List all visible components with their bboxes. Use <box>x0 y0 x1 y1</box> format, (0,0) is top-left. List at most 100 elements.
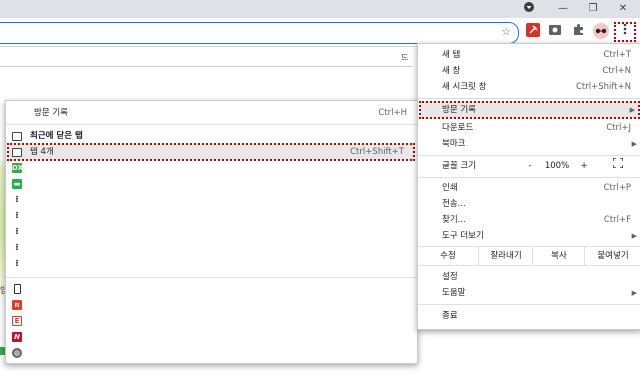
address-bar[interactable] <box>0 22 519 44</box>
extension-pin-icon[interactable] <box>524 23 542 41</box>
history-entry[interactable]: DX <box>6 160 417 176</box>
tabs-4-label: 탭 4개 <box>30 147 54 157</box>
t-icon: ⁝ <box>15 195 19 205</box>
chevron-right-icon: ▶ <box>631 289 637 297</box>
history-entry[interactable]: N <box>6 329 417 345</box>
edit-row: 수정 잘라내기 복사 붙여넣기 <box>418 247 640 265</box>
new-window-shortcut: Ctrl+N <box>602 66 631 76</box>
close-icon[interactable]: ✕ <box>608 1 638 17</box>
history-entry[interactable]: n <box>6 297 417 313</box>
e-icon: E <box>12 316 22 326</box>
history-entry[interactable]: E <box>6 313 417 329</box>
incognito-item[interactable]: 새 시크릿 창 Ctrl+Shift+N <box>418 79 640 95</box>
downloads-item[interactable]: 다운로드 Ctrl+J <box>418 120 640 136</box>
extension-camera-icon[interactable] <box>546 23 564 41</box>
zoom-label: 글꼴 크기 <box>442 161 476 171</box>
minimize-icon[interactable]: — <box>548 1 578 17</box>
print-label: 인쇄 <box>442 183 458 193</box>
separator <box>418 155 640 156</box>
tabs-4-item[interactable]: 탭 4개 Ctrl+Shift+T <box>7 143 415 161</box>
find-item[interactable]: 찾기... Ctrl+F <box>418 212 640 228</box>
history-label: 방문 기록 <box>442 105 476 115</box>
phone-icon <box>14 284 21 294</box>
print-item[interactable]: 인쇄 Ctrl+P <box>418 180 640 196</box>
exit-item[interactable]: 종료 <box>418 308 640 324</box>
extensions-puzzle-icon[interactable] <box>569 23 587 41</box>
profile-avatar-icon[interactable] <box>592 23 610 41</box>
chevron-right-icon: ▶ <box>629 106 635 114</box>
folder-icon <box>12 148 22 157</box>
bookmarks-label: 북마크 <box>442 139 466 149</box>
title-bar: — ❐ ✕ <box>0 0 640 18</box>
incognito-label: 새 시크릿 창 <box>442 82 487 92</box>
exit-label: 종료 <box>442 311 458 321</box>
globe-icon: ◍ <box>12 348 22 358</box>
new-tab-item[interactable]: 새 탭 Ctrl+T <box>418 47 640 63</box>
history-entry[interactable]: ⁝ <box>6 192 417 208</box>
page-divider <box>0 66 413 67</box>
zoom-row: 글꼴 크기 - 100% + <box>418 157 640 174</box>
new-window-label: 새 창 <box>442 66 461 76</box>
separator <box>418 98 640 99</box>
history-submenu-history-item[interactable]: 방문 기록 Ctrl+H <box>6 105 417 121</box>
n-icon: n <box>12 300 22 310</box>
print-shortcut: Ctrl+P <box>603 183 631 193</box>
help-item[interactable]: 도움말 ▶ <box>418 285 640 301</box>
history-entry[interactable]: ⁝ <box>6 224 417 240</box>
history-entry[interactable]: ⁝ <box>6 256 417 272</box>
separator <box>6 124 417 125</box>
zoom-value: 100% <box>544 161 570 171</box>
separator <box>418 177 640 178</box>
dx-icon: DX <box>12 163 24 173</box>
settings-item[interactable]: 설정 <box>418 269 640 285</box>
new-tab-label: 새 탭 <box>442 50 461 60</box>
fullscreen-icon[interactable] <box>606 157 630 174</box>
separator <box>418 304 640 305</box>
chevron-right-icon: ▶ <box>631 232 637 240</box>
chat-icon: ▬ <box>12 179 22 189</box>
downloads-shortcut: Ctrl+J <box>606 123 631 133</box>
find-label: 찾기... <box>442 215 466 225</box>
history-submenu: 방문 기록 Ctrl+H 최근에 닫은 탭 탭 4개 Ctrl+Shift+T … <box>5 100 418 364</box>
paste-button[interactable]: 붙여넣기 <box>584 247 640 265</box>
bookmark-star-icon[interactable]: ☆ <box>497 23 515 41</box>
history-entry[interactable] <box>6 281 417 297</box>
recently-closed-item[interactable]: 최근에 닫은 탭 <box>6 128 417 144</box>
history-item-shortcut: Ctrl+H <box>378 108 407 118</box>
find-shortcut: Ctrl+F <box>603 215 631 225</box>
cast-label: 전송... <box>442 199 466 209</box>
folder-icon <box>12 132 22 141</box>
restore-icon[interactable]: ❐ <box>578 1 608 17</box>
profile-dropdown-icon[interactable] <box>514 1 544 17</box>
recently-closed-label: 최근에 닫은 탭 <box>30 131 83 141</box>
chevron-right-icon: ▶ <box>631 140 637 148</box>
history-entry[interactable]: ◍ <box>6 345 417 361</box>
history-entry[interactable]: ⁝ <box>6 208 417 224</box>
n-icon: N <box>12 332 22 342</box>
history-item[interactable]: 방문 기록 ▶ <box>419 101 640 119</box>
new-tab-shortcut: Ctrl+T <box>603 50 631 60</box>
history-entry[interactable]: ▬ <box>6 176 417 192</box>
menu-kebab-icon[interactable] <box>614 22 636 42</box>
tabs-4-shortcut: Ctrl+Shift+T <box>350 147 404 157</box>
t-icon: ⁝ <box>15 259 19 269</box>
separator <box>418 265 640 266</box>
more-tools-item[interactable]: 도구 더보기 ▶ <box>418 228 640 244</box>
zoom-in-button[interactable]: + <box>574 158 594 174</box>
new-window-item[interactable]: 새 창 Ctrl+N <box>418 63 640 79</box>
zoom-out-button[interactable]: - <box>520 158 540 174</box>
t-icon: ⁝ <box>15 227 19 237</box>
bookmarks-item[interactable]: 북마크 ▶ <box>418 136 640 152</box>
help-label: 도움말 <box>442 288 466 298</box>
cut-button[interactable]: 잘라내기 <box>478 247 533 265</box>
copy-button[interactable]: 복사 <box>532 247 585 265</box>
page-fragment-text: 드 <box>401 53 409 62</box>
incognito-shortcut: Ctrl+Shift+N <box>575 82 631 92</box>
t-icon: ⁝ <box>15 243 19 253</box>
history-item-label: 방문 기록 <box>34 108 68 118</box>
settings-label: 설정 <box>442 272 458 282</box>
cast-item[interactable]: 전송... <box>418 196 640 212</box>
downloads-label: 다운로드 <box>442 123 474 133</box>
history-entry[interactable]: ⁝ <box>6 240 417 256</box>
chrome-main-menu: 새 탭 Ctrl+T 새 창 Ctrl+N 새 시크릿 창 Ctrl+Shift… <box>417 43 640 330</box>
